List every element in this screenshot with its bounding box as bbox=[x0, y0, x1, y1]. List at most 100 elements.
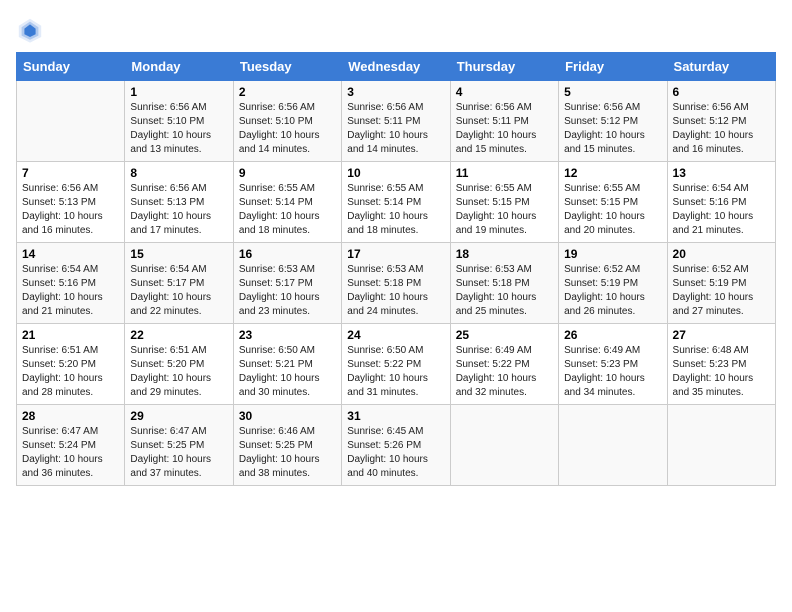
day-info: Sunrise: 6:55 AMSunset: 5:14 PMDaylight:… bbox=[347, 182, 444, 238]
day-number: 27 bbox=[673, 328, 770, 342]
day-info: Sunrise: 6:51 AMSunset: 5:20 PMDaylight:… bbox=[22, 344, 119, 400]
day-cell: 1 Sunrise: 6:56 AMSunset: 5:10 PMDaylight… bbox=[125, 81, 233, 162]
day-cell: 5 Sunrise: 6:56 AMSunset: 5:12 PMDaylight… bbox=[559, 81, 667, 162]
day-number: 12 bbox=[564, 166, 661, 180]
day-info: Sunrise: 6:55 AMSunset: 5:15 PMDaylight:… bbox=[564, 182, 661, 238]
day-number: 26 bbox=[564, 328, 661, 342]
day-info: Sunrise: 6:56 AMSunset: 5:10 PMDaylight:… bbox=[239, 101, 336, 157]
week-row-1: 1 Sunrise: 6:56 AMSunset: 5:10 PMDaylight… bbox=[17, 81, 776, 162]
day-number: 10 bbox=[347, 166, 444, 180]
day-cell: 28 Sunrise: 6:47 AMSunset: 5:24 PMDayligh… bbox=[17, 405, 125, 486]
day-info: Sunrise: 6:53 AMSunset: 5:17 PMDaylight:… bbox=[239, 263, 336, 319]
day-cell: 9 Sunrise: 6:55 AMSunset: 5:14 PMDaylight… bbox=[233, 162, 341, 243]
day-number: 15 bbox=[130, 247, 227, 261]
day-cell: 26 Sunrise: 6:49 AMSunset: 5:23 PMDayligh… bbox=[559, 324, 667, 405]
day-cell: 2 Sunrise: 6:56 AMSunset: 5:10 PMDaylight… bbox=[233, 81, 341, 162]
day-cell: 12 Sunrise: 6:55 AMSunset: 5:15 PMDayligh… bbox=[559, 162, 667, 243]
day-info: Sunrise: 6:55 AMSunset: 5:15 PMDaylight:… bbox=[456, 182, 553, 238]
day-info: Sunrise: 6:56 AMSunset: 5:13 PMDaylight:… bbox=[22, 182, 119, 238]
day-cell: 14Sunrise: 6:54 AMSunset: 5:16 PMDayligh… bbox=[17, 243, 125, 324]
header-friday: Friday bbox=[559, 53, 667, 81]
day-number: 7 bbox=[22, 166, 119, 180]
day-cell: 17 Sunrise: 6:53 AMSunset: 5:18 PMDayligh… bbox=[342, 243, 450, 324]
day-cell bbox=[17, 81, 125, 162]
day-info: Sunrise: 6:45 AMSunset: 5:26 PMDaylight:… bbox=[347, 425, 444, 481]
day-cell: 21 Sunrise: 6:51 AMSunset: 5:20 PMDayligh… bbox=[17, 324, 125, 405]
day-info: Sunrise: 6:52 AMSunset: 5:19 PMDaylight:… bbox=[564, 263, 661, 319]
header-thursday: Thursday bbox=[450, 53, 558, 81]
header-saturday: Saturday bbox=[667, 53, 775, 81]
day-info: Sunrise: 6:56 AMSunset: 5:10 PMDaylight:… bbox=[130, 101, 227, 157]
day-info: Sunrise: 6:54 AMSunset: 5:16 PMDaylight:… bbox=[22, 263, 119, 319]
day-number: 6 bbox=[673, 85, 770, 99]
day-cell: 3 Sunrise: 6:56 AMSunset: 5:11 PMDaylight… bbox=[342, 81, 450, 162]
day-info: Sunrise: 6:56 AMSunset: 5:12 PMDaylight:… bbox=[564, 101, 661, 157]
day-number: 11 bbox=[456, 166, 553, 180]
day-cell: 25 Sunrise: 6:49 AMSunset: 5:22 PMDayligh… bbox=[450, 324, 558, 405]
day-number: 3 bbox=[347, 85, 444, 99]
day-info: Sunrise: 6:49 AMSunset: 5:22 PMDaylight:… bbox=[456, 344, 553, 400]
day-number: 30 bbox=[239, 409, 336, 423]
header-wednesday: Wednesday bbox=[342, 53, 450, 81]
day-cell: 13 Sunrise: 6:54 AMSunset: 5:16 PMDayligh… bbox=[667, 162, 775, 243]
day-cell: 4 Sunrise: 6:56 AMSunset: 5:11 PMDaylight… bbox=[450, 81, 558, 162]
day-number: 20 bbox=[673, 247, 770, 261]
day-cell: 23Sunrise: 6:50 AMSunset: 5:21 PMDayligh… bbox=[233, 324, 341, 405]
header-tuesday: Tuesday bbox=[233, 53, 341, 81]
calendar-table: SundayMondayTuesdayWednesdayThursdayFrid… bbox=[16, 52, 776, 486]
day-info: Sunrise: 6:47 AMSunset: 5:25 PMDaylight:… bbox=[130, 425, 227, 481]
day-cell: 10 Sunrise: 6:55 AMSunset: 5:14 PMDayligh… bbox=[342, 162, 450, 243]
week-row-4: 21 Sunrise: 6:51 AMSunset: 5:20 PMDayligh… bbox=[17, 324, 776, 405]
logo-icon bbox=[16, 16, 44, 44]
day-info: Sunrise: 6:50 AMSunset: 5:22 PMDaylight:… bbox=[347, 344, 444, 400]
day-number: 17 bbox=[347, 247, 444, 261]
day-info: Sunrise: 6:54 AMSunset: 5:17 PMDaylight:… bbox=[130, 263, 227, 319]
day-cell: 18Sunrise: 6:53 AMSunset: 5:18 PMDayligh… bbox=[450, 243, 558, 324]
day-info: Sunrise: 6:56 AMSunset: 5:12 PMDaylight:… bbox=[673, 101, 770, 157]
day-info: Sunrise: 6:51 AMSunset: 5:20 PMDaylight:… bbox=[130, 344, 227, 400]
day-info: Sunrise: 6:53 AMSunset: 5:18 PMDaylight:… bbox=[347, 263, 444, 319]
page-header bbox=[16, 16, 776, 44]
day-number: 4 bbox=[456, 85, 553, 99]
logo bbox=[16, 16, 48, 44]
day-number: 9 bbox=[239, 166, 336, 180]
day-info: Sunrise: 6:46 AMSunset: 5:25 PMDaylight:… bbox=[239, 425, 336, 481]
day-cell bbox=[559, 405, 667, 486]
day-info: Sunrise: 6:55 AMSunset: 5:14 PMDaylight:… bbox=[239, 182, 336, 238]
week-row-3: 14Sunrise: 6:54 AMSunset: 5:16 PMDayligh… bbox=[17, 243, 776, 324]
day-info: Sunrise: 6:47 AMSunset: 5:24 PMDaylight:… bbox=[22, 425, 119, 481]
day-cell: 29 Sunrise: 6:47 AMSunset: 5:25 PMDayligh… bbox=[125, 405, 233, 486]
day-number: 19 bbox=[564, 247, 661, 261]
day-cell: 15 Sunrise: 6:54 AMSunset: 5:17 PMDayligh… bbox=[125, 243, 233, 324]
day-info: Sunrise: 6:56 AMSunset: 5:13 PMDaylight:… bbox=[130, 182, 227, 238]
day-number: 2 bbox=[239, 85, 336, 99]
day-info: Sunrise: 6:54 AMSunset: 5:16 PMDaylight:… bbox=[673, 182, 770, 238]
header-monday: Monday bbox=[125, 53, 233, 81]
day-cell: 24 Sunrise: 6:50 AMSunset: 5:22 PMDayligh… bbox=[342, 324, 450, 405]
day-number: 25 bbox=[456, 328, 553, 342]
day-number: 18 bbox=[456, 247, 553, 261]
day-cell: 11 Sunrise: 6:55 AMSunset: 5:15 PMDayligh… bbox=[450, 162, 558, 243]
day-cell: 31 Sunrise: 6:45 AMSunset: 5:26 PMDayligh… bbox=[342, 405, 450, 486]
week-row-2: 7 Sunrise: 6:56 AMSunset: 5:13 PMDaylight… bbox=[17, 162, 776, 243]
header-row: SundayMondayTuesdayWednesdayThursdayFrid… bbox=[17, 53, 776, 81]
day-cell: 27Sunrise: 6:48 AMSunset: 5:23 PMDayligh… bbox=[667, 324, 775, 405]
day-info: Sunrise: 6:56 AMSunset: 5:11 PMDaylight:… bbox=[456, 101, 553, 157]
day-number: 13 bbox=[673, 166, 770, 180]
day-number: 1 bbox=[130, 85, 227, 99]
day-number: 29 bbox=[130, 409, 227, 423]
day-info: Sunrise: 6:56 AMSunset: 5:11 PMDaylight:… bbox=[347, 101, 444, 157]
day-cell: 30 Sunrise: 6:46 AMSunset: 5:25 PMDayligh… bbox=[233, 405, 341, 486]
header-sunday: Sunday bbox=[17, 53, 125, 81]
day-cell: 8Sunrise: 6:56 AMSunset: 5:13 PMDaylight… bbox=[125, 162, 233, 243]
day-info: Sunrise: 6:49 AMSunset: 5:23 PMDaylight:… bbox=[564, 344, 661, 400]
day-number: 22 bbox=[130, 328, 227, 342]
day-number: 24 bbox=[347, 328, 444, 342]
day-cell: 19 Sunrise: 6:52 AMSunset: 5:19 PMDayligh… bbox=[559, 243, 667, 324]
day-number: 21 bbox=[22, 328, 119, 342]
day-info: Sunrise: 6:50 AMSunset: 5:21 PMDaylight:… bbox=[239, 344, 336, 400]
day-number: 28 bbox=[22, 409, 119, 423]
day-number: 31 bbox=[347, 409, 444, 423]
day-number: 5 bbox=[564, 85, 661, 99]
day-info: Sunrise: 6:52 AMSunset: 5:19 PMDaylight:… bbox=[673, 263, 770, 319]
